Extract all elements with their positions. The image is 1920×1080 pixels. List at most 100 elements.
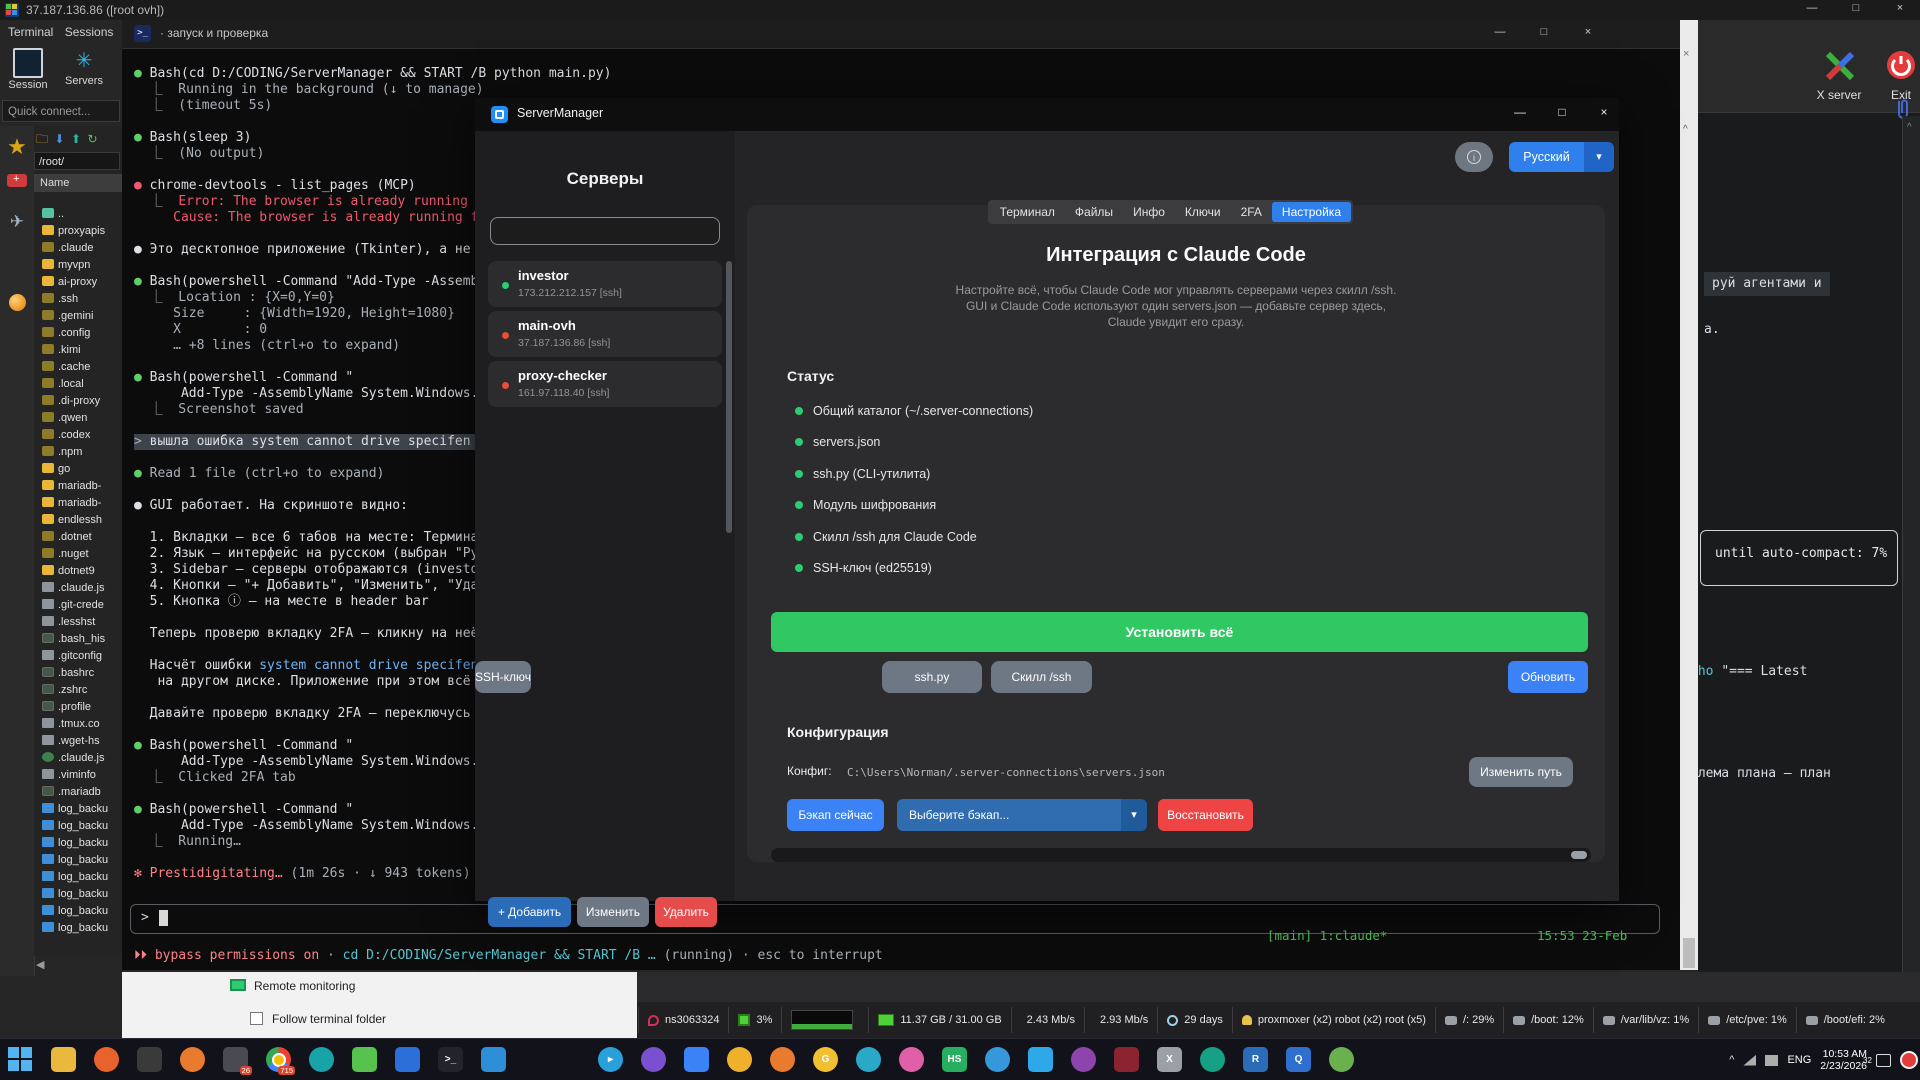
file-item[interactable]: log_backu <box>42 837 122 853</box>
taskbar-icon-edge[interactable] <box>856 1047 881 1072</box>
taskbar-icon-hs-app[interactable]: HS <box>942 1047 967 1072</box>
taskbar-icon-x-app[interactable]: X <box>1157 1047 1182 1072</box>
change-path-button[interactable]: Изменить путь <box>1469 757 1573 787</box>
install-all-button[interactable]: Установить всё <box>771 612 1588 652</box>
file-item[interactable]: log_backu <box>42 820 122 836</box>
taskbar-icon-g-app[interactable]: G <box>813 1047 838 1072</box>
taskbar-icon-pink-app[interactable] <box>899 1047 924 1072</box>
file-item[interactable]: .bash_his <box>42 633 122 649</box>
server-item[interactable]: main-ovh 37.187.136.86 [ssh] <box>488 311 722 357</box>
tools-knife-icon[interactable] <box>0 173 34 192</box>
maximize-button[interactable]: □ <box>1836 2 1876 14</box>
file-item[interactable]: log_backu <box>42 922 122 938</box>
file-item[interactable]: .claude <box>42 242 122 258</box>
backup-now-button[interactable]: Бэкап сейчас <box>787 799 884 831</box>
refresh-button[interactable]: Обновить <box>1508 661 1588 693</box>
scrollbar-up-icon[interactable]: ^ <box>1683 124 1688 135</box>
server-item[interactable]: proxy-checker 161.97.118.40 [ssh] <box>488 361 722 407</box>
exit-icon[interactable] <box>1886 50 1916 80</box>
file-item[interactable]: ai-proxy <box>42 276 122 292</box>
taskbar-icon-file-explorer[interactable] <box>51 1047 76 1072</box>
restore-button[interactable]: Восстановить <box>1158 799 1253 831</box>
volume-icon[interactable] <box>1765 1054 1779 1066</box>
tab-Файлы[interactable]: Файлы <box>1065 202 1123 222</box>
favorites-star-icon[interactable]: ★ <box>0 134 34 160</box>
keyboard-language[interactable]: ENG <box>1787 1054 1811 1066</box>
edit-server-button[interactable]: Изменить <box>577 897 649 927</box>
session-button[interactable]: Session <box>2 46 54 91</box>
file-item[interactable]: mariadb- <box>42 480 122 496</box>
servers-button[interactable]: ✳ Servers <box>58 46 110 87</box>
taskbar-icon-start[interactable] <box>8 1047 33 1072</box>
file-item[interactable]: .lesshst <box>42 616 122 632</box>
delete-server-button[interactable]: Удалить <box>655 897 717 927</box>
notification-center-icon[interactable]: 32 <box>1863 1053 1891 1067</box>
backup-select-dropdown[interactable]: Выберите бэкап... ▾ <box>897 799 1147 831</box>
file-item[interactable]: .. <box>42 208 122 224</box>
file-item[interactable]: .npm <box>42 446 122 462</box>
taskbar-icon-blue-app[interactable] <box>395 1047 420 1072</box>
language-dropdown[interactable]: Русский ▾ <box>1509 142 1614 172</box>
menu-sessions[interactable]: Sessions <box>65 20 114 44</box>
file-item[interactable]: .cache <box>42 361 122 377</box>
file-item[interactable]: .qwen <box>42 412 122 428</box>
terminal-minimize-button[interactable]: — <box>1480 26 1520 38</box>
file-item[interactable]: .tmux.co <box>42 718 122 734</box>
file-scroll-left-arrow[interactable]: ◀ <box>36 958 44 971</box>
quick-connect-input[interactable]: Quick connect... <box>2 100 120 122</box>
network-globe-icon[interactable] <box>0 294 34 316</box>
taskbar-icon-terminal-app[interactable]: >_ <box>438 1047 463 1072</box>
taskbar-icon-quick-app[interactable]: Q <box>1286 1047 1311 1072</box>
server-list-scrollbar[interactable] <box>726 261 732 533</box>
taskbar-icon-purple-app[interactable] <box>641 1047 666 1072</box>
terminal-scrollbar[interactable]: × ^ <box>1680 20 1698 970</box>
taskbar-icon-windows-app[interactable] <box>1028 1047 1053 1072</box>
file-item[interactable]: .bashrc <box>42 667 122 683</box>
taskbar-icon-dark-app[interactable] <box>137 1047 162 1072</box>
file-item[interactable]: myvpn <box>42 259 122 275</box>
taskbar-icon-darkred-app[interactable] <box>1114 1047 1139 1072</box>
network-icon[interactable] <box>1743 1054 1757 1066</box>
file-item[interactable]: .claude.js <box>42 582 122 598</box>
taskbar-icon-telegram[interactable]: ▸ <box>598 1047 623 1072</box>
add-server-button[interactable]: + Добавить <box>488 897 571 927</box>
outer-terminal-scrollbar[interactable]: ^ <box>1902 116 1920 972</box>
tab-Инфо[interactable]: Инфо <box>1123 202 1175 222</box>
sm-minimize-button[interactable]: — <box>1505 105 1535 119</box>
tab-Ключи[interactable]: Ключи <box>1175 202 1231 222</box>
reinstall-button[interactable]: ssh.py <box>882 661 982 693</box>
tray-chevron-icon[interactable]: ^ <box>1729 1054 1734 1066</box>
file-item[interactable]: .local <box>42 378 122 394</box>
reinstall-button[interactable]: Скилл /ssh <box>991 661 1092 693</box>
terminal-maximize-button[interactable]: □ <box>1524 26 1564 38</box>
sm-close-button[interactable]: × <box>1589 105 1619 119</box>
follow-folder-label[interactable]: Follow terminal folder <box>272 1012 386 1026</box>
close-button[interactable]: × <box>1880 2 1920 14</box>
taskbar-icon-teal-app-2[interactable] <box>1200 1047 1225 1072</box>
taskbar-icon-blue-circle-app[interactable] <box>985 1047 1010 1072</box>
remote-monitoring-label[interactable]: Remote monitoring <box>254 979 355 993</box>
file-item[interactable]: .profile <box>42 701 122 717</box>
file-item[interactable]: .codex <box>42 429 122 445</box>
x-server-icon[interactable] <box>1824 50 1856 82</box>
taskbar-icon-brave[interactable] <box>94 1047 119 1072</box>
file-item[interactable]: endlessh <box>42 514 122 530</box>
file-item[interactable]: log_backu <box>42 854 122 870</box>
taskbar-icon-r-app[interactable]: R <box>1243 1047 1268 1072</box>
menu-terminal[interactable]: Terminal <box>8 20 53 44</box>
taskbar-icon-violet-app[interactable] <box>1071 1047 1096 1072</box>
file-item[interactable]: .kimi <box>42 344 122 360</box>
minimize-button[interactable]: — <box>1792 2 1832 14</box>
taskbar-icon-duckduckgo[interactable] <box>727 1047 752 1072</box>
sftp-plane-icon[interactable]: ✈ <box>0 212 34 232</box>
file-item[interactable]: .gemini <box>42 310 122 326</box>
file-item[interactable]: proxyapis <box>42 225 122 241</box>
terminal-close-button[interactable]: × <box>1568 26 1608 38</box>
file-item[interactable]: .di-proxy <box>42 395 122 411</box>
tab-Настройка[interactable]: Настройка <box>1271 202 1351 222</box>
file-item[interactable]: .wget-hs <box>42 735 122 751</box>
file-item[interactable]: .gitconfig <box>42 650 122 666</box>
taskbar-clock[interactable]: 10:53 AM 2/23/2026 <box>1820 1048 1867 1072</box>
taskbar-icon-notepad[interactable] <box>352 1047 377 1072</box>
file-item[interactable]: mariadb- <box>42 497 122 513</box>
